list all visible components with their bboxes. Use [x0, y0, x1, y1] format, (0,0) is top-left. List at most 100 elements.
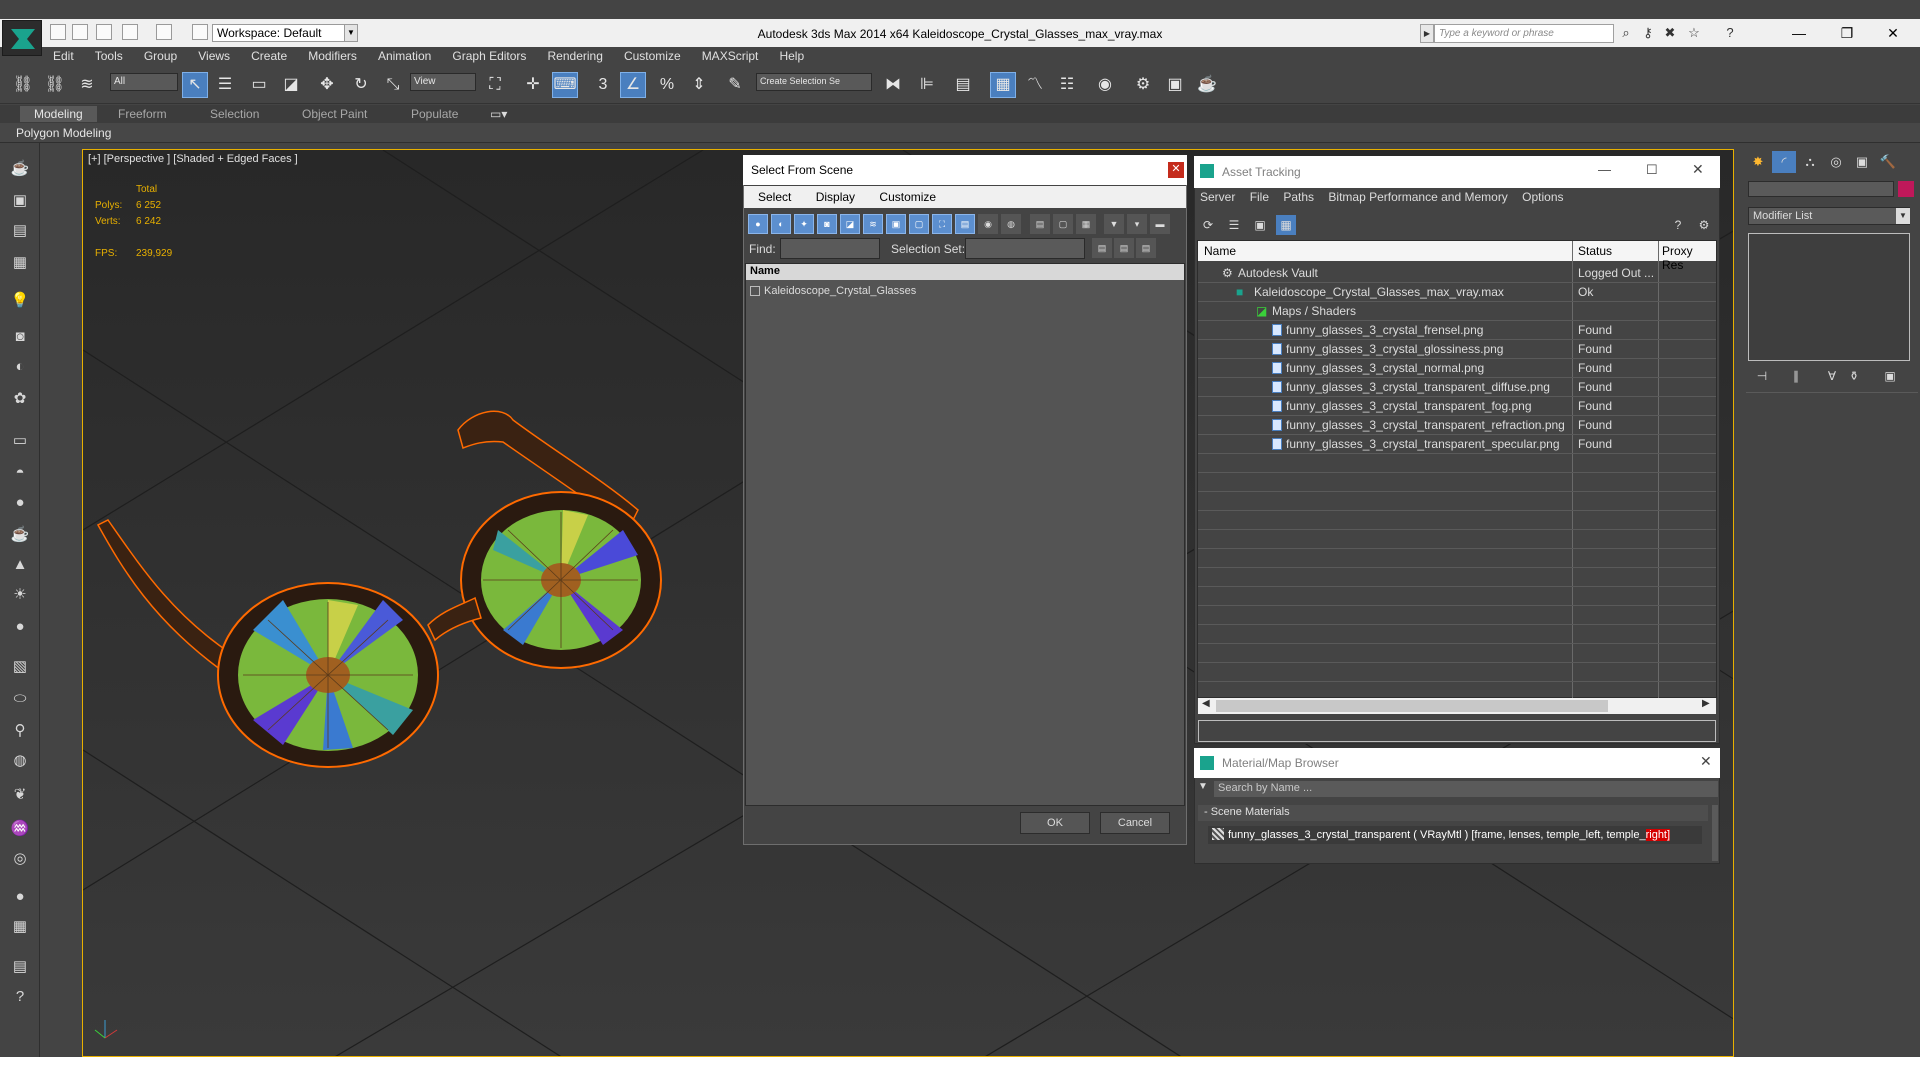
menu-create[interactable]: Create [242, 47, 296, 65]
table-row[interactable]: funny_glasses_3_crystal_normal.png Found [1198, 359, 1716, 378]
checker-icon[interactable]: ▦ [8, 916, 32, 938]
dome-icon[interactable]: ◓ [8, 462, 32, 484]
collapse-icon[interactable]: ▬ [1150, 214, 1170, 234]
configure-modifier-sets-icon[interactable]: ▣ [1880, 366, 1900, 386]
list-view-icon[interactable]: ☰ [1224, 215, 1244, 235]
hierarchy-tab-icon[interactable]: ⛬ [1798, 151, 1822, 173]
modify-tab-icon[interactable]: ◜ [1772, 151, 1796, 173]
sun-icon[interactable]: ☀ [8, 584, 32, 606]
column-header-status[interactable]: Status [1578, 244, 1612, 258]
bind-space-warp-icon[interactable]: ≋ [74, 72, 100, 98]
display-groups-icon[interactable]: ▣ [886, 214, 906, 234]
tab-populate[interactable]: Populate [411, 106, 458, 122]
selection-set-dropdown[interactable] [965, 238, 1085, 259]
image-icon[interactable]: ▣ [8, 190, 32, 212]
schematic-view-icon[interactable]: ☷ [1054, 72, 1080, 98]
menu-edit[interactable]: Edit [44, 47, 83, 65]
menu-graph-editors[interactable]: Graph Editors [443, 47, 535, 65]
named-selection-set-dropdown[interactable]: Create Selection Se [756, 73, 872, 91]
table-view-icon[interactable]: ▦ [1276, 215, 1296, 235]
unlink-icon[interactable]: ⛓ [42, 72, 68, 98]
scale-icon[interactable]: ⤡ [380, 72, 406, 98]
object-name-field[interactable] [1748, 181, 1894, 197]
display-xrefs-icon[interactable]: ▢ [909, 214, 929, 234]
at-menu-server[interactable]: Server [1195, 188, 1241, 204]
restore-button[interactable]: ❐ [1824, 20, 1870, 46]
display-geometry-icon[interactable]: ● [748, 214, 768, 234]
rotate-icon[interactable]: ↻ [348, 72, 374, 98]
cancel-button[interactable]: Cancel [1100, 812, 1170, 834]
table-row[interactable]: ■ Kaleidoscope_Crystal_Glasses_max_vray.… [1198, 283, 1716, 302]
at-menu-paths[interactable]: Paths [1278, 188, 1320, 204]
scroll-right-icon[interactable]: ▶ [1702, 698, 1710, 709]
scene-materials-group[interactable]: - Scene Materials [1198, 805, 1708, 821]
menu-maxscript[interactable]: MAXScript [693, 47, 768, 65]
globe-icon[interactable]: ◍ [8, 750, 32, 772]
maximize-icon[interactable]: ☐ [1646, 162, 1658, 178]
link-icon[interactable]: ⛓ [10, 72, 36, 98]
select-by-name-icon[interactable]: ☰ [212, 72, 238, 98]
layer-manager-icon[interactable]: ▤ [950, 72, 976, 98]
sphere-gold-icon[interactable]: ● [8, 616, 32, 638]
document-icon[interactable]: ▤ [8, 220, 32, 242]
key-icon[interactable]: ⚷ [1640, 25, 1656, 41]
table-row[interactable]: ◪ Maps / Shaders [1198, 302, 1716, 321]
molecule-icon[interactable]: ✿ [8, 388, 32, 410]
thumbnail-icon[interactable]: ▣ [1250, 215, 1270, 235]
hatch-icon[interactable]: ▧ [8, 656, 32, 678]
teapot-icon[interactable]: ☕ [8, 158, 32, 180]
help-icon[interactable]: ? [1668, 215, 1688, 235]
find-input[interactable] [780, 238, 880, 259]
display-spacewarps-icon[interactable]: ≋ [863, 214, 883, 234]
scene-explorer-icon[interactable]: ▦ [990, 72, 1016, 98]
display-helpers-icon[interactable]: ◪ [840, 214, 860, 234]
selection-set-edit-icon[interactable]: ▤ [1114, 238, 1134, 258]
box-icon[interactable]: ▭ [8, 430, 32, 452]
help-circle-icon[interactable]: ? [8, 986, 32, 1008]
plant-icon[interactable]: ❦ [8, 784, 32, 806]
table-row[interactable]: funny_glasses_3_crystal_glossiness.png F… [1198, 340, 1716, 359]
tab-modeling[interactable]: Modeling [20, 106, 97, 122]
selection-filter-dropdown[interactable]: All [110, 73, 178, 91]
binoculars-icon[interactable]: ⌕ [1618, 25, 1634, 41]
table-row[interactable]: funny_glasses_3_crystal_transparent_spec… [1198, 435, 1716, 454]
polygon-modeling-bar[interactable]: Polygon Modeling [0, 123, 1920, 143]
utilities-tab-icon[interactable]: 🔨 [1876, 151, 1900, 173]
ribbon-options-icon[interactable]: ▭▾ [490, 106, 507, 122]
rectangular-selection-icon[interactable]: ▭ [246, 72, 272, 98]
sfs-menu-display[interactable]: Display [802, 186, 862, 204]
menu-group[interactable]: Group [135, 47, 186, 65]
filter-icon[interactable]: ▼ [1104, 214, 1124, 234]
motion-tab-icon[interactable]: ◎ [1824, 151, 1848, 173]
viewport-label[interactable]: [+] [Perspective ] [Shaded + Edged Faces… [88, 153, 298, 165]
sfs-menu-select[interactable]: Select [744, 186, 798, 204]
display-bones-icon[interactable]: ⛶ [932, 214, 952, 234]
menu-views[interactable]: Views [189, 47, 239, 65]
show-end-result-icon[interactable]: ∥ [1786, 366, 1806, 386]
rendered-frame-window-icon[interactable]: ▣ [1162, 72, 1188, 98]
minimize-icon[interactable]: — [1598, 162, 1611, 177]
keyboard-shortcut-override-icon[interactable]: ⌨ [552, 72, 578, 98]
object-color-swatch[interactable] [1898, 181, 1914, 197]
select-none-icon[interactable]: ▢ [1053, 214, 1073, 234]
help-icon[interactable]: ? [1722, 25, 1738, 41]
camera-icon[interactable]: ◙ [8, 326, 32, 348]
selection-set-remove-icon[interactable]: ▤ [1136, 238, 1156, 258]
modifier-stack[interactable] [1748, 233, 1910, 361]
tab-freeform[interactable]: Freeform [118, 106, 167, 122]
menu-animation[interactable]: Animation [369, 47, 440, 65]
column-header-name[interactable]: Name [1204, 244, 1236, 258]
light-bulb-icon[interactable]: 💡 [8, 290, 32, 312]
table-row[interactable]: funny_glasses_3_crystal_frensel.png Foun… [1198, 321, 1716, 340]
menu-tools[interactable]: Tools [86, 47, 132, 65]
list-item[interactable]: Kaleidoscope_Crystal_Glasses [764, 285, 916, 297]
refresh-icon[interactable]: ⟳ [1198, 215, 1218, 235]
material-list-item[interactable]: funny_glasses_3_crystal_transparent ( VR… [1208, 826, 1702, 844]
box-layers-icon[interactable]: ▤ [8, 956, 32, 978]
curve-editor-icon[interactable]: 〽 [1022, 72, 1048, 98]
display-containers-icon[interactable]: ▤ [955, 214, 975, 234]
select-invert-icon[interactable]: ▦ [1076, 214, 1096, 234]
pin-stack-icon[interactable]: ⊣ [1752, 366, 1772, 386]
table-row[interactable]: funny_glasses_3_crystal_transparent_diff… [1198, 378, 1716, 397]
tab-object-paint[interactable]: Object Paint [302, 106, 367, 122]
